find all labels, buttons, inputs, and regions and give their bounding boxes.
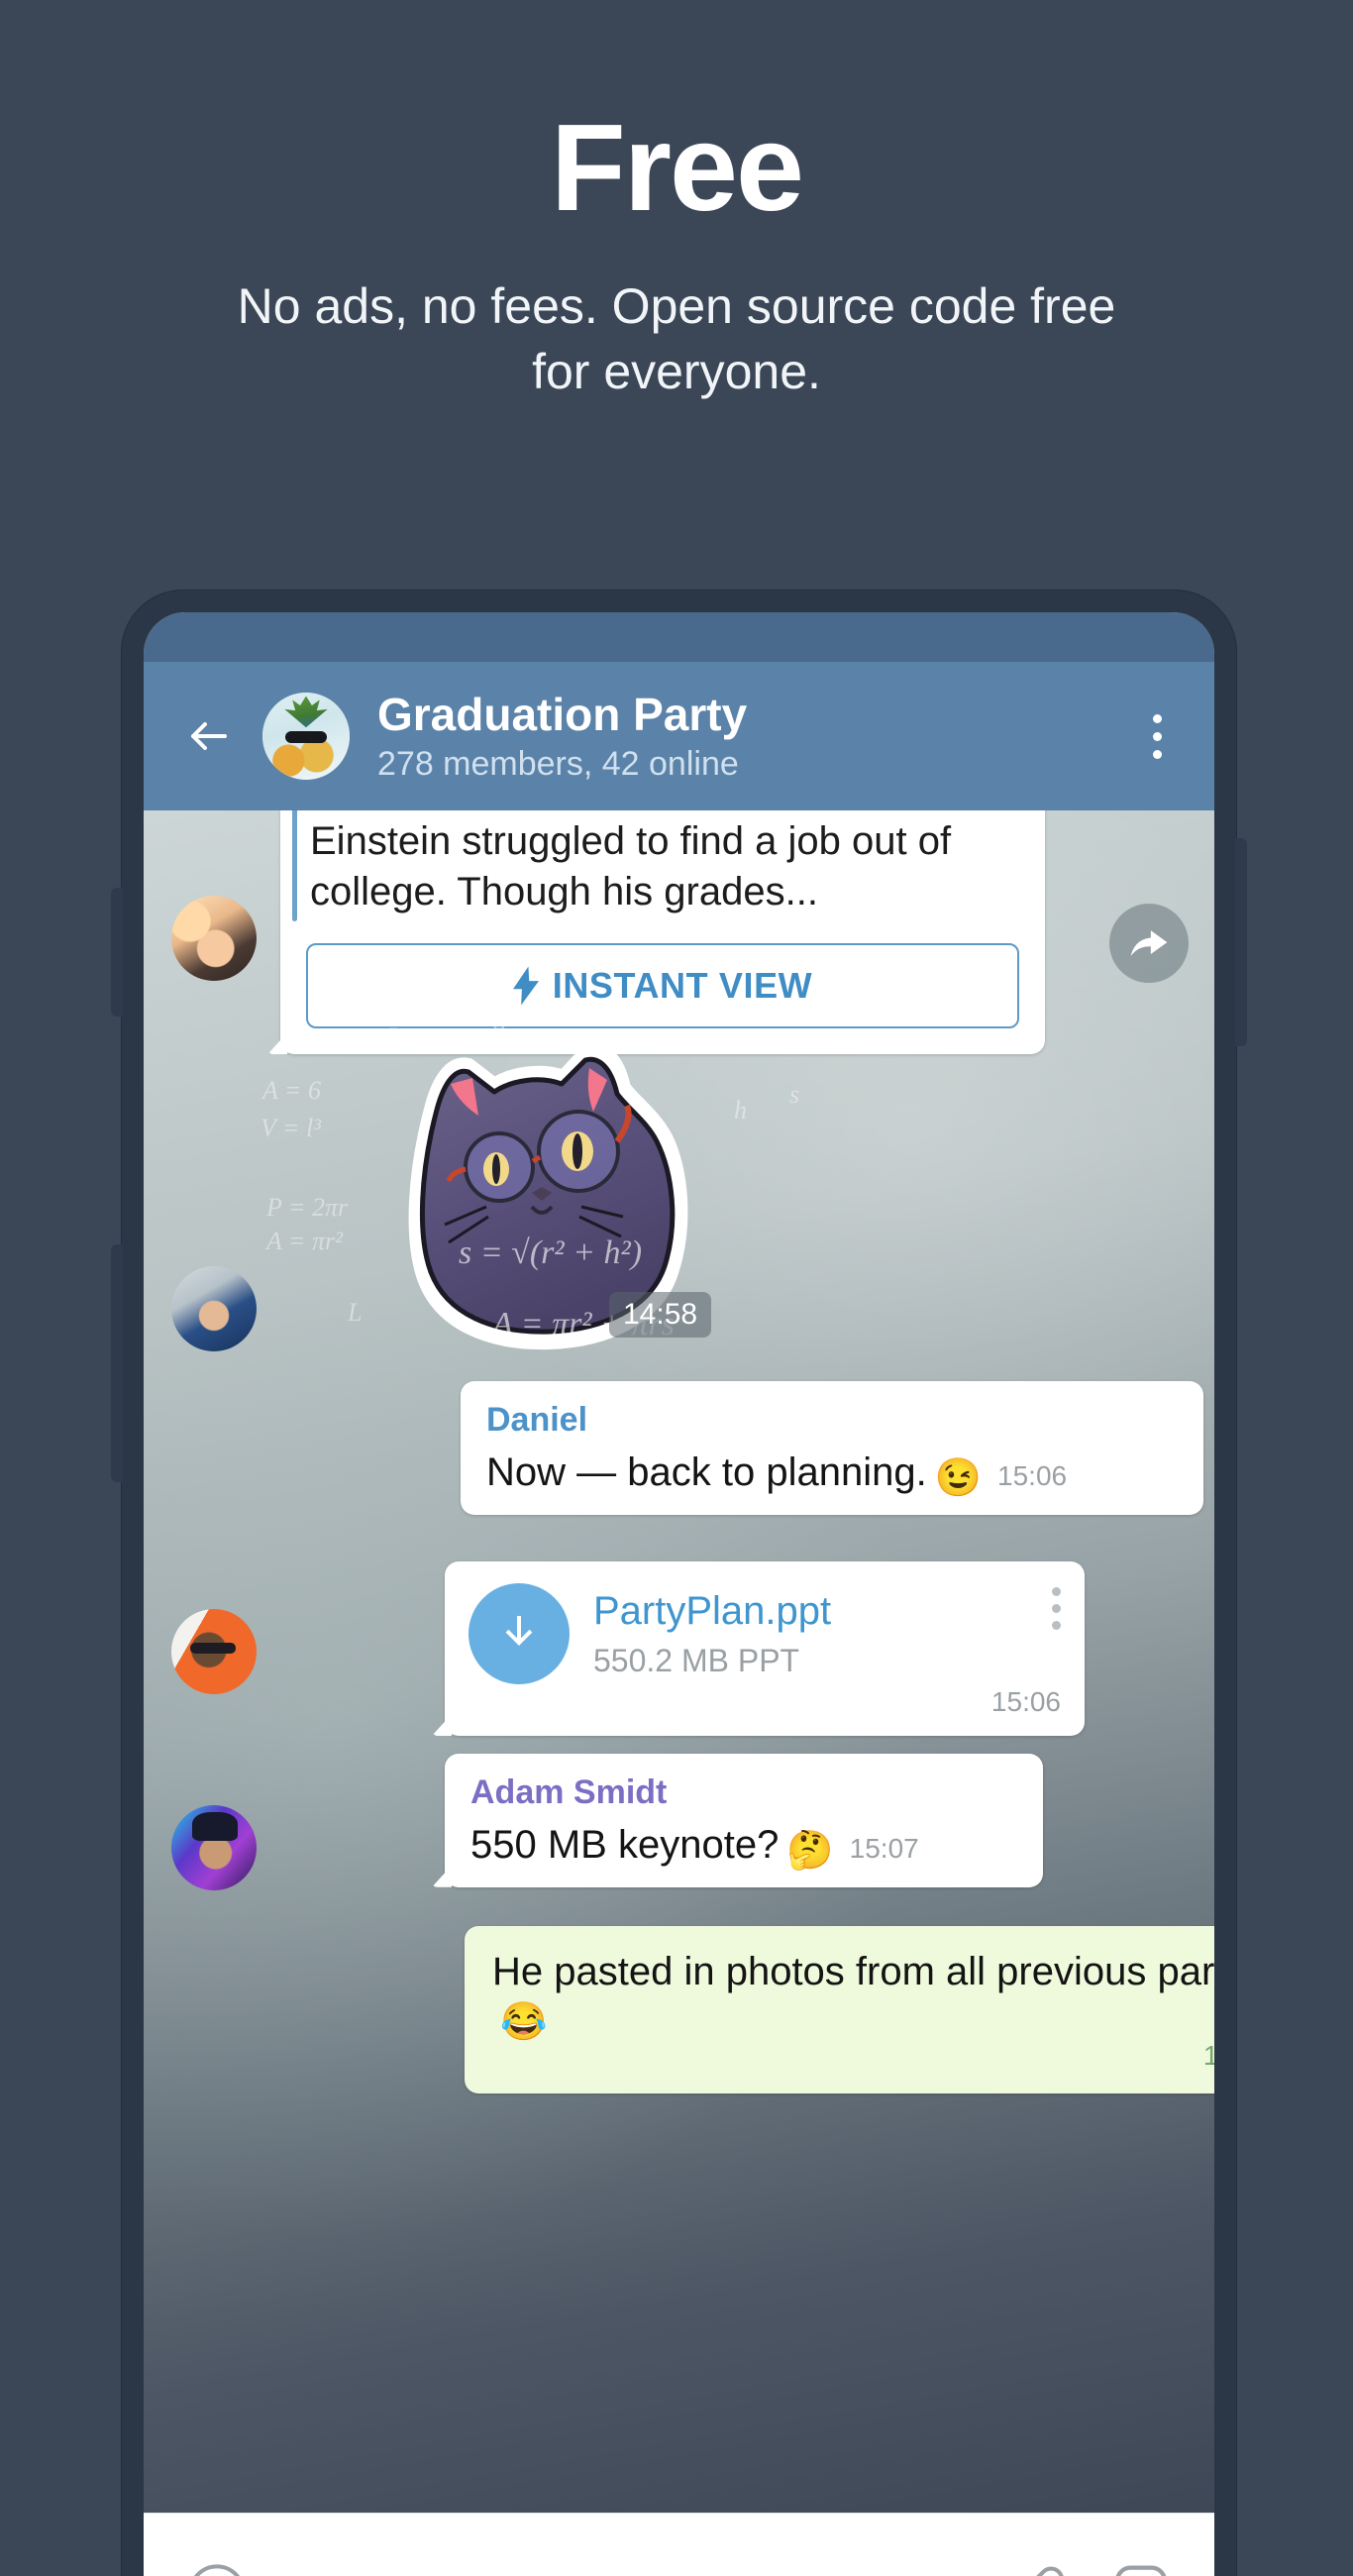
file-size: 550.2 MB PPT <box>593 1642 800 1678</box>
message-text-row: He pasted in photos from all previous pa… <box>492 1948 1214 2046</box>
message-text-row: 550 MB keynote? 🤔 15:07 <box>470 1821 1017 1870</box>
sticker-formula: L <box>348 1298 363 1327</box>
avatar-orange[interactable] <box>171 1609 257 1694</box>
status-bar <box>144 612 1214 662</box>
forward-arrow-icon[interactable] <box>1109 904 1189 983</box>
message-timestamp: 15:06 <box>997 1459 1068 1491</box>
sticker-formula: h <box>734 1096 747 1125</box>
file-menu-dots-icon[interactable] <box>1052 1583 1061 1630</box>
message-text: Now — back to planning. <box>486 1450 927 1494</box>
message-input[interactable]: Message <box>280 2566 1008 2576</box>
message-text: 550 MB keynote? <box>470 1823 780 1867</box>
chat-subtitle: 278 members, 42 online <box>377 745 739 784</box>
thinking-emoji: 🤔 <box>786 1829 834 1872</box>
paperclip-icon[interactable] <box>1008 2562 1070 2576</box>
phone-side-button-power[interactable] <box>1235 838 1247 1046</box>
instant-view-label: INSTANT VIEW <box>552 965 813 1007</box>
lightning-bolt-icon <box>512 966 539 1006</box>
chat-header: Graduation Party 278 members, 42 online <box>144 662 1214 810</box>
message-input-bar[interactable]: Message <box>144 2513 1214 2576</box>
phone-mockup: Graduation Party 278 members, 42 online … <box>111 590 1247 2576</box>
avatar-neon[interactable] <box>171 1805 257 1890</box>
chat-message-list[interactable]: Einstein struggled to find a job out of … <box>144 810 1214 2559</box>
sticker-formula: s = √(r² + h²) <box>459 1234 643 1271</box>
group-avatar-pineapple[interactable] <box>262 693 350 780</box>
wink-emoji: 😉 <box>934 1456 983 1499</box>
promo-page: Free No ads, no fees. Open source code f… <box>0 0 1353 2576</box>
sticker-formula: s <box>789 1080 800 1109</box>
webpage-quote-block: Einstein struggled to find a job out of … <box>280 810 1045 939</box>
file-name: PartyPlan.ppt <box>593 1588 832 1633</box>
webpage-quote-text: Einstein struggled to find a job out of … <box>310 819 952 914</box>
phone-side-button-volume-up[interactable] <box>111 888 123 1017</box>
joy-emoji: 😂 <box>500 2000 548 2043</box>
page-subtitle: No ads, no fees. Open source code free f… <box>237 278 1116 399</box>
message-sender-name: Adam Smidt <box>470 1773 668 1811</box>
page-title: Free <box>551 100 804 237</box>
message-text-row: Now — back to planning. 😉 15:06 <box>486 1449 1178 1497</box>
message-sender-name: Daniel <box>486 1401 588 1439</box>
avatar-girl[interactable] <box>171 896 257 981</box>
message-timestamp: 15:06 <box>990 1686 1061 1717</box>
message-footer: 15:08 <box>492 2040 1214 2076</box>
sticker-formula: P = 2πr <box>266 1193 349 1222</box>
file-row: PartyPlan.ppt 550.2 MB PPT <box>468 1583 1061 1684</box>
message-text: He pasted in photos from all previous pa… <box>492 1950 1214 1993</box>
message-timestamp: 15:07 <box>849 1832 919 1864</box>
back-arrow-icon[interactable] <box>173 700 245 772</box>
message-bubble-outgoing[interactable]: He pasted in photos from all previous pa… <box>465 1926 1214 2094</box>
message-bubble-adam[interactable]: Adam Smidt 550 MB keynote? 🤔 15:07 <box>445 1754 1043 1887</box>
download-arrow-icon[interactable] <box>468 1583 570 1684</box>
chat-title: Graduation Party <box>377 688 748 740</box>
promo-header: Free No ads, no fees. Open source code f… <box>0 0 1353 404</box>
message-bubble-daniel[interactable]: Daniel Now — back to planning. 😉 15:06 <box>461 1381 1203 1515</box>
sticker-formula: A = 6 <box>262 1076 321 1105</box>
avatar-hoodie[interactable] <box>171 1266 257 1351</box>
file-meta: PartyPlan.ppt 550.2 MB PPT <box>593 1589 1052 1679</box>
sticker-formula: θ <box>492 1015 505 1043</box>
chat-title-block[interactable]: Graduation Party 278 members, 42 online <box>377 688 1127 784</box>
phone-side-button-volume-down[interactable] <box>111 1244 123 1482</box>
smiley-icon[interactable] <box>185 2561 249 2576</box>
sticker-formula: L = πr <box>387 1022 455 1051</box>
message-timestamp: 15:08 <box>1202 2040 1214 2072</box>
phone-screen: Graduation Party 278 members, 42 online … <box>144 612 1214 2576</box>
message-bubble-file[interactable]: PartyPlan.ppt 550.2 MB PPT 15:06 <box>445 1561 1085 1736</box>
camera-icon[interactable] <box>1109 2561 1173 2576</box>
sticker-timestamp: 14:58 <box>609 1292 712 1338</box>
sticker-formula: A = πr² <box>266 1227 343 1255</box>
sticker-formula: V = l³ <box>260 1114 321 1142</box>
overflow-menu-icon[interactable] <box>1127 697 1187 776</box>
